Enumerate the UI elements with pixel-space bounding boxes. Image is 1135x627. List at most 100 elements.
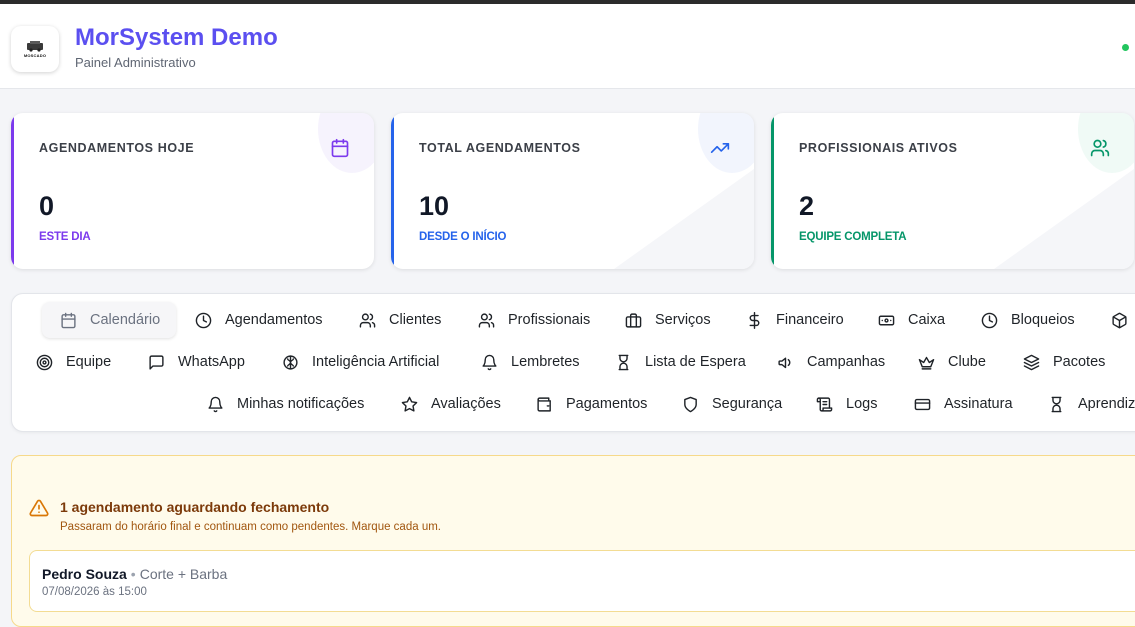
nav-label: Logs — [846, 396, 878, 412]
nav-label: Pagamentos — [566, 396, 648, 412]
nav-label: Segurança — [712, 396, 783, 412]
users-icon — [1090, 139, 1110, 157]
nav-aprendizado[interactable]: Aprendiz — [1048, 386, 1135, 422]
nav-more-modules[interactable] — [1111, 302, 1135, 338]
hourglass-icon — [1051, 396, 1062, 412]
brain-icon — [283, 354, 298, 370]
nav-label: Pacotes — [1053, 354, 1106, 370]
bell-icon — [208, 396, 223, 412]
nav-campanhas[interactable]: Campanhas — [777, 344, 885, 380]
nav-label: Lista de Espera — [645, 354, 746, 370]
nav-calendario[interactable]: Calendário — [42, 302, 177, 338]
online-status-indicator — [1122, 44, 1129, 51]
scroll-icon — [816, 396, 833, 412]
nav-lembretes[interactable]: Lembretes — [481, 344, 580, 380]
star-icon — [401, 396, 418, 412]
alert-description: Passaram do horário final e continuam co… — [60, 521, 441, 533]
pending-appointment-item[interactable]: Pedro Souza • Corte + Barba 07/08/2026 às … — [29, 550, 1135, 612]
nav-label: Serviços — [655, 312, 711, 328]
stat-label: TOTAL AGENDAMENTOS — [419, 141, 581, 155]
nav-label: Equipe — [66, 354, 112, 370]
pending-closure-alert: 1 agendamento aguardando fechamento Pass… — [11, 455, 1135, 627]
app-header: MOSCADO MorSystem Demo Painel Administra… — [0, 4, 1135, 89]
nav-pagamentos[interactable]: Pagamentos — [536, 386, 647, 422]
nav-whatsapp[interactable]: WhatsApp — [148, 344, 245, 380]
stat-value: 2 — [799, 191, 815, 221]
nav-label: Assinatura — [944, 396, 1013, 412]
stat-value: 0 — [39, 191, 55, 221]
nav-label: Agendamentos — [225, 312, 323, 328]
nav-avaliacoes[interactable]: Avaliações — [401, 386, 501, 422]
company-logo[interactable]: MOSCADO — [11, 26, 59, 72]
nav-label: Avaliações — [431, 396, 501, 412]
nav-agendamentos[interactable]: Agendamentos — [195, 302, 323, 338]
nav-inteligencia-artificial[interactable]: Inteligência Artificial — [282, 344, 439, 380]
client-name: Pedro Souza — [42, 566, 127, 582]
nav-seguranca[interactable]: Segurança — [682, 386, 782, 422]
package-icon — [1112, 312, 1127, 328]
nav-label: Lembretes — [511, 354, 580, 370]
stat-value: 10 — [419, 191, 450, 221]
shield-icon — [684, 396, 697, 412]
nav-minhas-notificacoes[interactable]: Minhas notificações — [207, 386, 364, 422]
nav-bloqueios[interactable]: Bloqueios — [981, 302, 1075, 338]
nav-label: Campanhas — [807, 354, 886, 370]
card-background-wedge — [614, 169, 754, 269]
card-accent-bar — [391, 113, 394, 269]
clock-icon — [981, 312, 998, 328]
stat-label: AGENDAMENTOS HOJE — [39, 141, 195, 155]
nav-label: Aprendiz — [1078, 396, 1135, 412]
nav-caixa[interactable]: Caixa — [878, 302, 945, 338]
stat-label: PROFISSIONAIS ATIVOS — [799, 141, 958, 155]
nav-assinatura[interactable]: Assinatura — [914, 386, 1013, 422]
card-accent-bar — [11, 113, 14, 269]
calendar-icon — [331, 138, 349, 158]
nav-label: Financeiro — [776, 312, 844, 328]
app-title: MorSystem Demo — [75, 24, 278, 51]
credit-card-icon — [914, 398, 931, 410]
nav-label: Bloqueios — [1011, 312, 1075, 328]
nav-clube[interactable]: Clube — [918, 344, 986, 380]
separator-dot: • — [130, 566, 136, 582]
nav-label: Clientes — [389, 312, 442, 328]
nav-label: Calendário — [90, 312, 161, 328]
layers-icon — [1023, 354, 1040, 370]
nav-servicos[interactable]: Serviços — [625, 302, 711, 338]
app-subtitle: Painel Administrativo — [75, 55, 196, 70]
dollar-icon — [749, 311, 760, 329]
nav-profissionais[interactable]: Profissionais — [478, 302, 590, 338]
alert-title: 1 agendamento aguardando fechamento — [60, 499, 330, 515]
wallet-icon — [537, 396, 551, 412]
bell-icon — [482, 354, 497, 370]
nav-pacotes[interactable]: Pacotes — [1023, 344, 1105, 380]
megaphone-icon — [778, 357, 791, 368]
nav-label: Caixa — [908, 312, 946, 328]
briefcase-icon — [625, 312, 642, 328]
warning-icon — [29, 499, 49, 517]
stat-caption: ESTE DIA — [39, 231, 91, 243]
users-icon — [359, 312, 376, 328]
module-navigation: Calendário Agendamentos Clientes Profiss… — [11, 293, 1135, 432]
clock-icon — [195, 312, 212, 328]
appointment-datetime: 07/08/2026 às 15:00 — [42, 586, 147, 598]
stat-card-appointments-today: AGENDAMENTOS HOJE 0 ESTE DIA — [11, 113, 374, 269]
logo-text: MOSCADO — [23, 53, 47, 58]
nav-label: WhatsApp — [178, 354, 245, 370]
nav-logs[interactable]: Logs — [816, 386, 877, 422]
trending-up-icon — [710, 143, 730, 153]
crown-icon — [918, 356, 935, 370]
calendar-icon — [61, 312, 76, 328]
nav-financeiro[interactable]: Financeiro — [746, 302, 844, 338]
nav-label: Inteligência Artificial — [312, 354, 440, 370]
card-background-wedge — [994, 169, 1134, 269]
nav-label: Profissionais — [508, 312, 591, 328]
pending-appointment-summary: Pedro Souza • Corte + Barba — [42, 566, 227, 582]
nav-clientes[interactable]: Clientes — [359, 302, 441, 338]
nav-lista-de-espera[interactable]: Lista de Espera — [615, 344, 746, 380]
target-icon — [36, 354, 53, 370]
stat-caption: EQUIPE COMPLETA — [799, 231, 907, 243]
service-name: Corte + Barba — [139, 566, 228, 582]
stat-card-total-appointments: TOTAL AGENDAMENTOS 10 DESDE O INÍCIO — [391, 113, 754, 269]
nav-equipe[interactable]: Equipe — [36, 344, 111, 380]
hourglass-icon — [618, 354, 629, 370]
